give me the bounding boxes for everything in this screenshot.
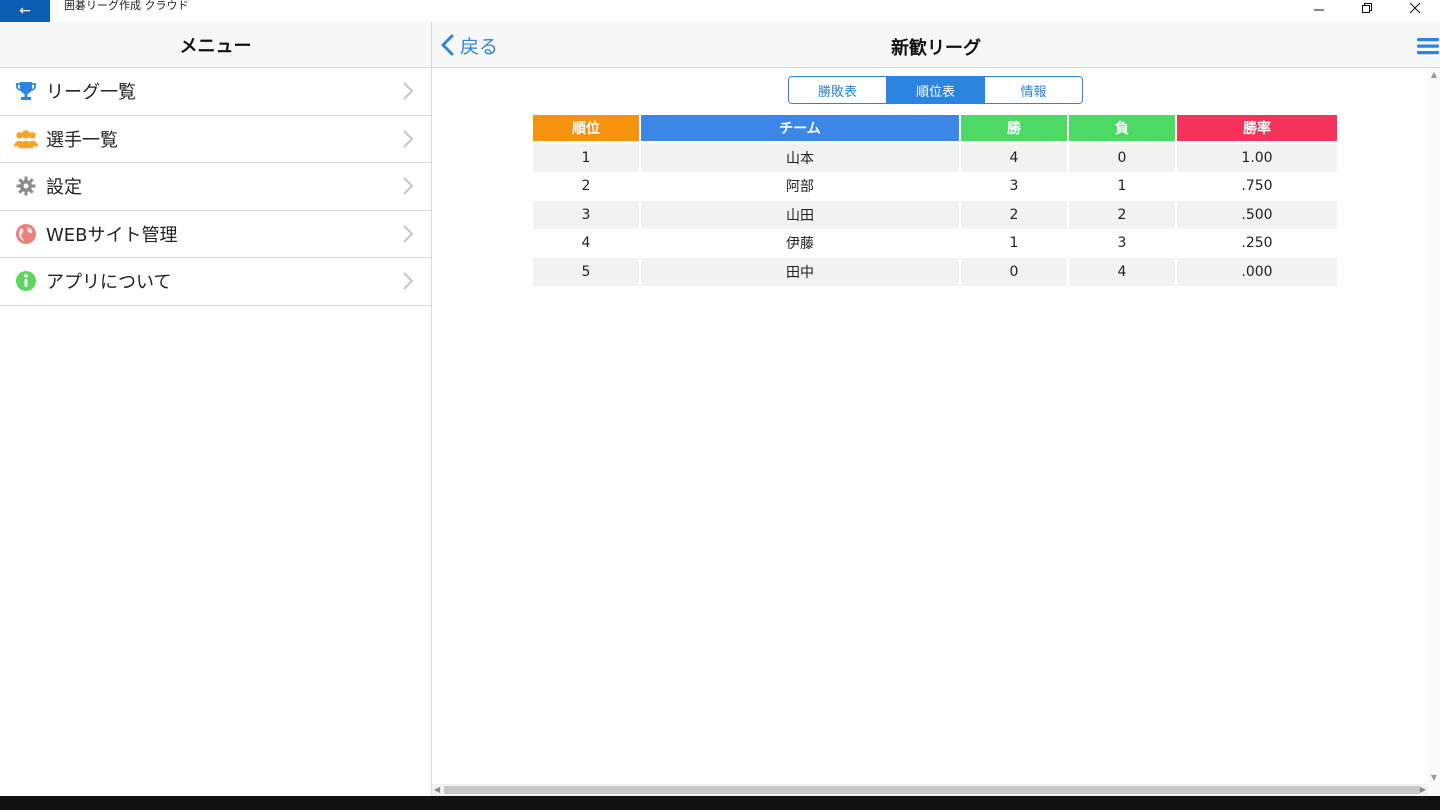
minimize-button[interactable] xyxy=(1296,0,1342,18)
losses-cell: 3 xyxy=(1117,235,1127,252)
scroll-down-icon[interactable]: ▼ xyxy=(1430,773,1438,782)
column-header-losses: 負 xyxy=(1069,115,1175,141)
column-header-win-rate: 勝率 xyxy=(1177,115,1337,141)
win-rate-cell: 1.00 xyxy=(1177,143,1337,172)
losses-cell: 1 xyxy=(1117,178,1127,195)
vertical-scrollbar[interactable]: ▲ ▼ xyxy=(1428,68,1440,796)
column-header-wins: 勝 xyxy=(961,115,1067,141)
sidebar-item-website[interactable]: WEBサイト管理 xyxy=(0,211,431,258)
table-header-row: 順位 チーム 勝 負 勝率 xyxy=(533,115,1339,144)
column-header-team: チーム xyxy=(641,115,959,141)
losses-cell: 2 xyxy=(1069,200,1175,229)
gear-icon xyxy=(14,174,38,198)
people-icon xyxy=(14,127,38,151)
page-title: 新歓リーグ xyxy=(891,38,981,59)
main-panel: 戻る 新歓リーグ 勝敗表 順位表 情報 順位 チーム 勝 負 勝率 1 山本 4… xyxy=(432,22,1440,796)
chevron-right-icon xyxy=(403,82,413,100)
sidebar-item-label: リーグ一覧 xyxy=(46,82,136,104)
scroll-up-icon[interactable]: ▲ xyxy=(1430,70,1438,79)
wins-cell: 0 xyxy=(961,257,1067,286)
chevron-right-icon xyxy=(403,272,413,290)
wins-cell: 1 xyxy=(1009,235,1019,252)
restore-button[interactable] xyxy=(1344,0,1390,18)
scroll-left-icon[interactable]: ◀ xyxy=(434,784,440,796)
sidebar-item-label: WEBサイト管理 xyxy=(46,224,178,246)
table-row: 3 山田 2 2 .500 xyxy=(533,200,1339,229)
info-icon xyxy=(14,269,38,293)
win-rate-cell: .500 xyxy=(1177,200,1337,229)
taskbar xyxy=(0,796,1440,810)
sidebar-item-players[interactable]: 選手一覧 xyxy=(0,116,431,163)
sidebar-item-label: 選手一覧 xyxy=(46,129,118,151)
sidebar-item-about[interactable]: アプリについて xyxy=(0,258,431,306)
team-cell: 山田 xyxy=(641,200,959,229)
sidebar-title: メニュー xyxy=(179,35,252,57)
team-cell: 山本 xyxy=(641,143,959,172)
arrow-left-icon: ← xyxy=(19,3,31,19)
table-row: 1 山本 4 0 1.00 xyxy=(533,143,1339,172)
column-header-rank: 順位 xyxy=(533,115,639,141)
minimize-icon xyxy=(1314,9,1324,11)
tab-info[interactable]: 情報 xyxy=(985,77,1082,103)
standings-table: 順位 チーム 勝 負 勝率 1 山本 4 0 1.00 2 阿部 3 1 .75… xyxy=(533,115,1339,286)
losses-cell: 0 xyxy=(1069,143,1175,172)
scrollbar-thumb[interactable] xyxy=(444,786,1420,794)
window-back-button[interactable]: ← xyxy=(0,0,50,22)
globe-icon xyxy=(14,222,38,246)
wins-cell: 4 xyxy=(961,143,1067,172)
rank-cell: 3 xyxy=(533,200,639,229)
win-rate-cell: .250 xyxy=(1241,235,1273,252)
nav-header: 戻る 新歓リーグ xyxy=(432,22,1440,68)
team-cell: 田中 xyxy=(641,257,959,286)
rank-cell: 1 xyxy=(533,143,639,172)
tab-standings[interactable]: 順位表 xyxy=(887,77,985,103)
table-row: 2 阿部 3 1 .750 xyxy=(533,172,1339,201)
horizontal-scrollbar[interactable]: ◀ ▶ xyxy=(432,784,1428,796)
win-rate-cell: .000 xyxy=(1177,257,1337,286)
wins-cell: 2 xyxy=(961,200,1067,229)
team-cell: 伊藤 xyxy=(786,236,814,253)
window-title: 囲碁リーグ作成 クラウド xyxy=(64,0,189,12)
table-row: 5 田中 0 4 .000 xyxy=(533,257,1339,286)
menu-icon[interactable] xyxy=(1416,36,1440,56)
view-tabs: 勝敗表 順位表 情報 xyxy=(788,76,1083,104)
sidebar-item-settings[interactable]: 設定 xyxy=(0,163,431,211)
table-row: 4 伊藤 1 3 .250 xyxy=(533,229,1339,258)
win-rate-cell: .750 xyxy=(1241,178,1273,195)
sidebar: メニュー リーグ一覧 選手一覧 設定 WEBサイト管理 アプリについて xyxy=(0,22,432,796)
window-titlebar: ← 囲碁リーグ作成 クラウド xyxy=(0,0,1440,22)
chevron-right-icon xyxy=(403,129,413,148)
scroll-right-icon[interactable]: ▶ xyxy=(1420,784,1426,796)
chevron-right-icon xyxy=(403,177,413,195)
rank-cell: 4 xyxy=(581,235,591,252)
trophy-icon xyxy=(14,79,38,103)
rank-cell: 2 xyxy=(581,178,591,195)
wins-cell: 3 xyxy=(1009,178,1019,195)
tab-results[interactable]: 勝敗表 xyxy=(789,77,887,103)
restore-icon xyxy=(1362,3,1372,13)
rank-cell: 5 xyxy=(533,257,639,286)
team-cell: 阿部 xyxy=(786,179,814,196)
close-window-button[interactable] xyxy=(1392,0,1438,18)
sidebar-item-label: 設定 xyxy=(46,177,82,199)
chevron-right-icon xyxy=(403,224,413,243)
close-icon xyxy=(1409,2,1421,14)
sidebar-item-leagues[interactable]: リーグ一覧 xyxy=(0,68,431,116)
sidebar-header: メニュー xyxy=(0,22,431,68)
sidebar-item-label: アプリについて xyxy=(46,272,172,294)
losses-cell: 4 xyxy=(1069,257,1175,286)
